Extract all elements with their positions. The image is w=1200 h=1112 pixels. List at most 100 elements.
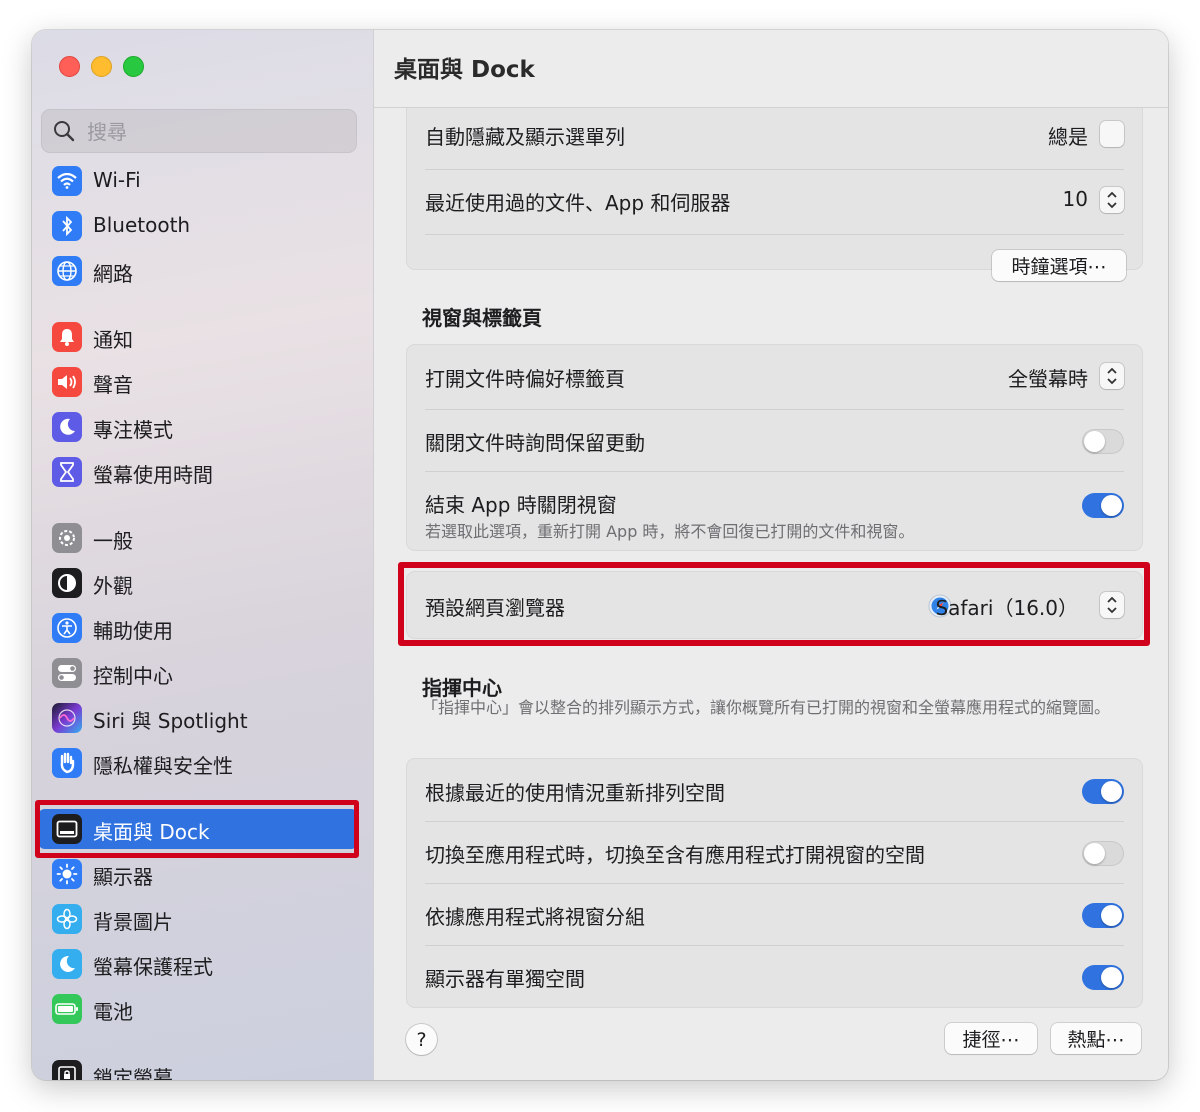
sidebar-item-label: 電池 — [93, 1000, 133, 1024]
help-button[interactable]: ? — [406, 1024, 437, 1055]
appearance-icon — [52, 568, 82, 598]
mission-control-group: 根據最近的使用情況重新排列空間 切換至應用程式時，切換至含有應用程式打開視窗的空… — [406, 758, 1143, 1008]
sidebar-item-focus[interactable]: 專注模式 — [42, 407, 358, 447]
bluetooth-icon — [52, 211, 82, 241]
sidebar-item-lock-screen[interactable]: 鎖定螢幕 — [42, 1055, 358, 1080]
settings-window: Wi-Fi Bluetooth 網路 通知 聲音 — [32, 30, 1168, 1080]
sidebar-item-label: 控制中心 — [93, 664, 173, 688]
mission-control-row: 根據最近的使用情況重新排列空間 — [425, 773, 1124, 807]
close-windows-label: 結束 App 時關閉視窗 — [425, 493, 617, 517]
sidebar-item-notifications[interactable]: 通知 — [42, 317, 358, 357]
mission-control-row: 依據應用程式將視窗分組 — [425, 897, 1124, 931]
switch-space-toggle[interactable] — [1082, 841, 1124, 866]
sidebar-item-screensaver[interactable]: 螢幕保護程式 — [42, 944, 358, 984]
hot-corners-button[interactable]: 熱點⋯ — [1051, 1023, 1141, 1054]
sidebar-item-label: 隱私權與安全性 — [93, 754, 233, 778]
sidebar-item-label: 聲音 — [93, 373, 133, 397]
autohide-menubar-popup[interactable] — [1100, 121, 1124, 147]
globe-icon — [52, 256, 82, 286]
switch-space-label: 切換至應用程式時，切換至含有應用程式打開視窗的空間 — [425, 843, 925, 867]
screensaver-icon — [52, 949, 82, 979]
sidebar-item-label: 專注模式 — [93, 418, 173, 442]
recent-items-row: 最近使用過的文件、App 和伺服器 10 — [425, 185, 1124, 215]
divider — [425, 471, 1124, 472]
sidebar-item-accessibility[interactable]: 輔助使用 — [42, 608, 358, 648]
sidebar-item-appearance[interactable]: 外觀 — [42, 563, 358, 603]
sidebar-item-privacy[interactable]: 隱私權與安全性 — [42, 743, 358, 783]
sidebar-item-label: 螢幕使用時間 — [93, 463, 213, 487]
rearrange-spaces-label: 根據最近的使用情況重新排列空間 — [425, 781, 725, 805]
sidebar-item-label: 螢幕保護程式 — [93, 955, 213, 979]
sidebar: Wi-Fi Bluetooth 網路 通知 聲音 — [32, 30, 374, 1080]
accessibility-icon — [52, 613, 82, 643]
search-input[interactable] — [85, 117, 349, 147]
wifi-icon — [52, 166, 82, 196]
close-windows-row: 結束 App 時關閉視窗 若選取此選項，重新打開 App 時，將不會回復已打開的… — [425, 485, 1124, 541]
chevron-updown-icon — [1107, 191, 1117, 209]
sidebar-item-wifi[interactable]: Wi-Fi — [42, 161, 358, 201]
hourglass-icon — [52, 457, 82, 487]
sidebar-item-control-center[interactable]: 控制中心 — [42, 653, 358, 693]
sidebar-item-network[interactable]: 網路 — [42, 251, 358, 291]
divider — [425, 169, 1124, 170]
switches-icon — [52, 658, 82, 688]
settings-pane: 桌面與 Dock 自動隱藏及顯示選單列 總是 最近使用過的文件、App 和伺服器… — [374, 30, 1168, 1080]
sidebar-item-label: 一般 — [93, 529, 133, 553]
sidebar-item-battery[interactable]: 電池 — [42, 989, 358, 1029]
sidebar-item-siri[interactable]: Siri 與 Spotlight — [42, 698, 358, 738]
sidebar-item-label: 顯示器 — [93, 865, 153, 889]
clock-options-button[interactable]: 時鐘選項⋯ — [992, 250, 1126, 281]
chevron-updown-icon — [1107, 367, 1117, 385]
separate-spaces-toggle[interactable] — [1082, 965, 1124, 990]
mission-control-description: 「指揮中心」會以整合的排列顯示方式，讓你概覽所有已打開的視窗和全螢幕應用程式的縮… — [422, 698, 1111, 717]
divider — [425, 945, 1124, 946]
sidebar-item-wallpaper[interactable]: 背景圖片 — [42, 899, 358, 939]
sidebar-item-displays[interactable]: 顯示器 — [42, 854, 358, 894]
sidebar-item-bluetooth[interactable]: Bluetooth — [42, 206, 358, 246]
sidebar-item-label: 網路 — [93, 262, 133, 286]
ask-keep-changes-toggle[interactable] — [1082, 429, 1124, 454]
rearrange-spaces-toggle[interactable] — [1082, 779, 1124, 804]
sidebar-item-label: Bluetooth — [93, 213, 191, 237]
search-field[interactable] — [41, 109, 357, 153]
autohide-menubar-label: 自動隱藏及顯示選單列 — [425, 125, 625, 149]
sidebar-item-general[interactable]: 一般 — [42, 518, 358, 558]
divider — [425, 409, 1124, 410]
hand-icon — [52, 748, 82, 778]
divider — [425, 821, 1124, 822]
group-windows-toggle[interactable] — [1082, 903, 1124, 928]
prefer-tabs-row: 打開文件時偏好標籤頁 全螢幕時 — [425, 359, 1124, 393]
siri-icon — [52, 703, 82, 733]
speaker-icon — [52, 367, 82, 397]
zoom-window-button[interactable] — [123, 56, 144, 77]
autohide-menubar-row[interactable]: 自動隱藏及顯示選單列 總是 — [425, 119, 1124, 149]
page-title: 桌面與 Dock — [394, 57, 535, 83]
sidebar-item-screen-time[interactable]: 螢幕使用時間 — [42, 452, 358, 492]
ask-keep-changes-label: 關閉文件時詢問保留更動 — [425, 431, 645, 455]
close-window-button[interactable] — [59, 56, 80, 77]
moon-icon — [52, 412, 82, 442]
sidebar-item-label: 外觀 — [93, 574, 133, 598]
highlight-annotation — [35, 800, 359, 858]
sidebar-item-label: 輔助使用 — [93, 619, 173, 643]
prefer-tabs-value: 全螢幕時 — [1008, 367, 1088, 391]
sidebar-item-label: 通知 — [93, 328, 133, 352]
recent-items-label: 最近使用過的文件、App 和伺服器 — [425, 191, 731, 215]
minimize-window-button[interactable] — [91, 56, 112, 77]
gear-icon — [52, 523, 82, 553]
sidebar-item-sound[interactable]: 聲音 — [42, 362, 358, 402]
separate-spaces-label: 顯示器有單獨空間 — [425, 967, 585, 991]
windows-section-title: 視窗與標籤頁 — [422, 306, 542, 330]
prefer-tabs-popup[interactable] — [1100, 363, 1124, 389]
ask-keep-changes-row: 關閉文件時詢問保留更動 — [425, 423, 1124, 457]
shortcuts-button[interactable]: 捷徑⋯ — [945, 1023, 1037, 1054]
recent-items-popup[interactable] — [1100, 187, 1124, 213]
battery-icon — [52, 994, 82, 1024]
divider — [425, 883, 1124, 884]
sidebar-item-label: 鎖定螢幕 — [93, 1066, 173, 1080]
flower-icon — [52, 904, 82, 934]
bell-icon — [52, 322, 82, 352]
windows-group: 打開文件時偏好標籤頁 全螢幕時 關閉文件時詢問保留更動 結束 App 時關閉視窗… — [406, 344, 1143, 551]
close-windows-toggle[interactable] — [1082, 493, 1124, 518]
search-icon — [54, 121, 75, 142]
